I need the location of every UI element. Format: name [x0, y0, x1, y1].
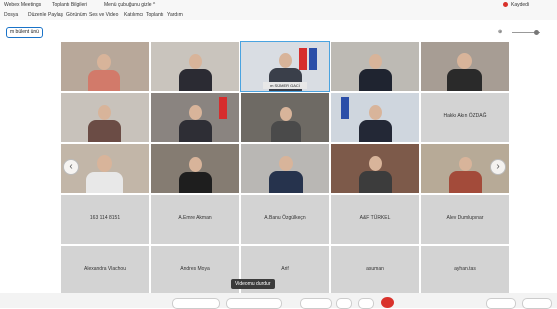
reactions-button[interactable]	[336, 298, 352, 309]
video-tile[interactable]	[331, 93, 419, 142]
video-tile[interactable]	[241, 144, 329, 193]
app-title: Webex Meetings	[4, 2, 42, 8]
menu-item-view[interactable]: Görünüm	[66, 12, 87, 18]
hide-menubar-toggle[interactable]: Menü çubuğunu gizle ^	[104, 2, 155, 8]
video-tile[interactable]	[331, 144, 419, 193]
menu-item-participant[interactable]: Katılımcı	[124, 12, 143, 18]
participant-tile[interactable]: Hakkı Akın ÖZDAĞ	[421, 93, 509, 142]
participant-name: A.Emre Akman	[178, 215, 212, 221]
participant-tile[interactable]: A.Banu Özgülkeçn	[241, 195, 329, 244]
menu-item-file[interactable]: Dosya	[4, 12, 18, 18]
participant-tile[interactable]: Alexandra Vlachou	[61, 246, 149, 295]
participant-tile[interactable]: ayhan.tas	[421, 246, 509, 295]
participant-name: A.Banu Özgülkeçn	[264, 215, 306, 221]
mute-button[interactable]	[172, 298, 220, 309]
share-button[interactable]	[300, 298, 332, 309]
video-tile[interactable]	[151, 144, 239, 193]
next-page-arrow-icon[interactable]: ›	[490, 159, 506, 175]
menu-item-meeting[interactable]: Toplantı	[146, 12, 164, 18]
participant-name: Andres Moya	[180, 266, 210, 272]
video-tile[interactable]: m SÜMER GACİ	[240, 41, 330, 92]
title-bar: Webex Meetings Toplantı Bilgileri Menü ç…	[0, 0, 557, 10]
participant-name: Alev Dumlupınar	[446, 215, 484, 221]
participant-name: A&F TÜRKEL	[359, 215, 391, 221]
stop-video-tooltip: Videomu durdur	[231, 279, 275, 289]
zoom-icon[interactable]: ⊕	[498, 29, 502, 35]
participant-name-tag: m SÜMER GACİ	[263, 82, 307, 89]
participant-tile[interactable]: A.Emre Akman	[151, 195, 239, 244]
video-tile[interactable]	[151, 42, 239, 91]
video-tile[interactable]	[331, 42, 419, 91]
menu-item-help[interactable]: Yardım	[167, 12, 183, 18]
participant-tile[interactable]: Andres Moya	[151, 246, 239, 295]
participants-panel-button[interactable]	[486, 298, 516, 309]
menu-item-share[interactable]: Paylaş	[48, 12, 63, 18]
recording-dot-icon	[503, 2, 508, 7]
participant-name: Arif	[281, 266, 289, 272]
active-speaker-badge[interactable]: m bülent ünü	[6, 27, 43, 38]
participant-tile[interactable]: Alev Dumlupınar	[421, 195, 509, 244]
leave-meeting-button[interactable]	[381, 297, 394, 308]
participant-tile[interactable]: asuman	[331, 246, 419, 295]
participant-name: ayhan.tas	[454, 266, 476, 272]
video-tile[interactable]	[61, 42, 149, 91]
participant-tile[interactable]: A&F TÜRKEL	[331, 195, 419, 244]
participant-name: Hakkı Akın ÖZDAĞ	[443, 113, 487, 119]
menu-item-audio-video[interactable]: Ses ve Video	[89, 12, 118, 18]
video-tile[interactable]	[241, 93, 329, 142]
participant-name: asuman	[366, 266, 384, 272]
active-speaker-name: m bülent ünü	[10, 29, 39, 35]
stop-video-button[interactable]	[226, 298, 282, 309]
participant-name: Alexandra Vlachou	[84, 266, 126, 272]
video-tile[interactable]	[61, 93, 149, 142]
previous-page-arrow-icon[interactable]: ‹	[63, 159, 79, 175]
video-tile[interactable]	[421, 42, 509, 91]
recording-label[interactable]: Kaydedi	[511, 2, 529, 8]
meeting-info-menu[interactable]: Toplantı Bilgileri	[52, 2, 87, 8]
menu-item-edit[interactable]: Düzenle	[28, 12, 46, 18]
video-tile[interactable]	[151, 93, 239, 142]
menu-bar: Dosya Düzenle Paylaş Görünüm Ses ve Vide…	[0, 10, 557, 20]
participant-tile[interactable]: 163 114 8151	[61, 195, 149, 244]
participant-name: 163 114 8151	[89, 215, 121, 221]
chat-panel-button[interactable]	[522, 298, 552, 309]
zoom-slider-handle[interactable]	[534, 30, 539, 35]
more-options-button[interactable]	[358, 298, 374, 309]
